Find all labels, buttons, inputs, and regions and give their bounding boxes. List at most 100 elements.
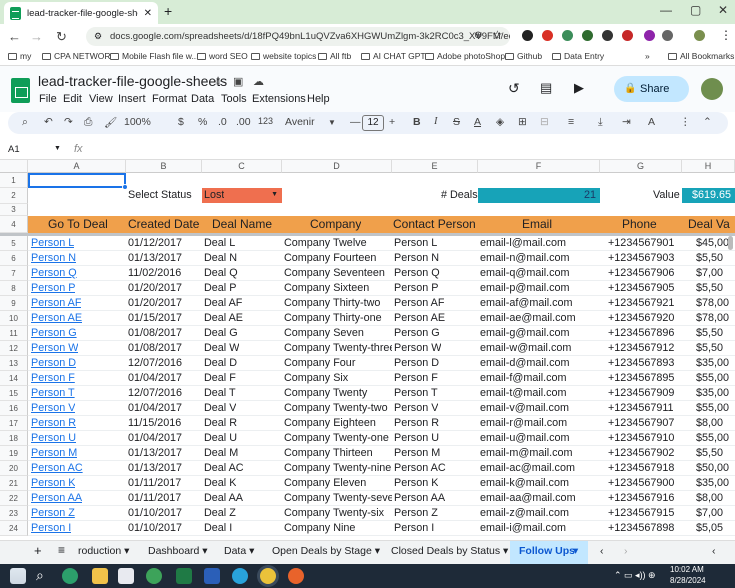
- font-select[interactable]: Avenir: [285, 116, 315, 128]
- go-to-deal-link[interactable]: Person I: [31, 522, 71, 534]
- comments-icon[interactable]: ▤: [540, 80, 552, 96]
- cloud-status-icon[interactable]: ☁: [253, 75, 264, 88]
- extension-icon[interactable]: [562, 30, 573, 41]
- reload-icon[interactable]: ↻: [56, 29, 67, 45]
- collapse-toolbar-icon[interactable]: ⌃: [703, 116, 712, 128]
- undo-icon[interactable]: ↶: [44, 116, 53, 128]
- zoom-icon[interactable]: ⊕: [474, 30, 482, 41]
- go-to-deal-link[interactable]: Person Q: [31, 267, 77, 279]
- strikethrough-button[interactable]: S: [453, 116, 460, 128]
- menu-help[interactable]: Help: [307, 93, 330, 105]
- go-to-deal-link[interactable]: Person Z: [31, 507, 75, 519]
- column-header-e[interactable]: E: [392, 160, 478, 173]
- print-icon[interactable]: ⎙: [84, 116, 92, 129]
- spreadsheet-grid[interactable]: A B C D E F G H 1 2 3 4 Select Status Lo…: [0, 160, 735, 540]
- doc-title[interactable]: lead-tracker-file-google-sheets: [38, 73, 227, 89]
- row-header[interactable]: 10: [0, 311, 28, 326]
- minimize-icon[interactable]: —: [660, 3, 672, 17]
- extension-icon[interactable]: [602, 30, 613, 41]
- windows-start-icon[interactable]: [10, 568, 26, 584]
- move-folder-icon[interactable]: ▣: [233, 75, 243, 88]
- all-sheets-icon[interactable]: ≡: [58, 543, 65, 557]
- row-header[interactable]: 7: [0, 266, 28, 281]
- row-header[interactable]: 9: [0, 296, 28, 311]
- profile-avatar-icon[interactable]: [694, 30, 705, 41]
- row-header[interactable]: 3: [0, 204, 28, 216]
- italic-button[interactable]: I: [434, 116, 438, 127]
- text-rotation-icon[interactable]: A: [648, 116, 655, 128]
- go-to-deal-link[interactable]: Person AC: [31, 462, 83, 474]
- scroll-tabs-left-icon[interactable]: ‹: [600, 545, 604, 557]
- menu-data[interactable]: Data: [191, 93, 214, 105]
- status-dropdown[interactable]: Lost ▼: [202, 188, 282, 203]
- menu-insert[interactable]: Insert: [118, 93, 146, 105]
- sheet-tab-follow-ups[interactable]: Follow Ups ▾: [510, 541, 588, 565]
- forward-icon[interactable]: →: [30, 29, 43, 44]
- go-to-deal-link[interactable]: Person N: [31, 252, 76, 264]
- star-icon[interactable]: ☆: [213, 75, 223, 88]
- firefox-icon[interactable]: [288, 568, 304, 584]
- go-to-deal-link[interactable]: Person U: [31, 432, 76, 444]
- font-size-input[interactable]: 12: [362, 115, 384, 131]
- row-header[interactable]: 17: [0, 416, 28, 431]
- system-tray-icons[interactable]: ⌃ ▭ ◂)) ⊕: [614, 570, 656, 581]
- row-header[interactable]: 1: [0, 173, 28, 188]
- go-to-deal-link[interactable]: Person AA: [31, 492, 82, 504]
- row-header[interactable]: 15: [0, 386, 28, 401]
- extension-icon[interactable]: [582, 30, 593, 41]
- extension-icon[interactable]: [622, 30, 633, 41]
- decrease-decimal-button[interactable]: .0: [218, 116, 227, 128]
- site-info-icon[interactable]: ⚙: [94, 31, 102, 42]
- increase-font-size-button[interactable]: +: [389, 116, 395, 128]
- menu-format[interactable]: Format: [152, 93, 187, 105]
- sheet-tab-dashboard[interactable]: Dashboard ▾: [148, 545, 208, 557]
- clock-time[interactable]: 10:02 AM: [670, 565, 704, 574]
- row-header[interactable]: 5: [0, 236, 28, 251]
- add-sheet-icon[interactable]: +: [34, 543, 42, 558]
- menu-tools[interactable]: Tools: [221, 93, 247, 105]
- history-icon[interactable]: ↺: [508, 80, 520, 97]
- maximize-icon[interactable]: ▢: [690, 3, 701, 17]
- word-icon[interactable]: [204, 568, 220, 584]
- column-header-b[interactable]: B: [126, 160, 202, 173]
- redo-icon[interactable]: ↷: [64, 116, 73, 128]
- row-header[interactable]: 8: [0, 281, 28, 296]
- menu-edit[interactable]: Edit: [63, 93, 82, 105]
- vertical-align-icon[interactable]: ⤓: [598, 116, 603, 129]
- name-box-dropdown-icon[interactable]: ▼: [54, 145, 61, 152]
- close-window-icon[interactable]: ✕: [718, 3, 728, 17]
- percent-format-button[interactable]: %: [198, 116, 207, 128]
- go-to-deal-link[interactable]: Person P: [31, 282, 75, 294]
- go-to-deal-link[interactable]: Person M: [31, 447, 77, 459]
- sheet-tab-data[interactable]: Data ▾: [224, 545, 254, 557]
- column-header-d[interactable]: D: [282, 160, 392, 173]
- chrome-icon[interactable]: [260, 568, 276, 584]
- bookmark-item[interactable]: Data Entry: [552, 51, 604, 61]
- new-tab-icon[interactable]: +: [164, 3, 172, 19]
- avatar[interactable]: [701, 78, 723, 100]
- bookmark-item[interactable]: Github: [505, 51, 542, 61]
- edge-icon[interactable]: [62, 568, 78, 584]
- browser-menu-icon[interactable]: ⋮: [720, 28, 732, 42]
- text-wrap-icon[interactable]: ⇥: [622, 116, 631, 128]
- bookmark-item[interactable]: CPA NETWOR: [42, 51, 111, 61]
- telegram-icon[interactable]: [232, 568, 248, 584]
- text-color-button[interactable]: A: [474, 116, 481, 128]
- row-header[interactable]: 23: [0, 506, 28, 521]
- bold-button[interactable]: B: [413, 116, 421, 128]
- more-options-icon[interactable]: ⋮: [680, 116, 691, 128]
- borders-icon[interactable]: ⊞: [518, 116, 527, 128]
- row-header[interactable]: 21: [0, 476, 28, 491]
- select-all-corner[interactable]: [0, 160, 28, 173]
- bookmark-item[interactable]: AI CHAT GPT: [361, 51, 426, 61]
- row-header[interactable]: 6: [0, 251, 28, 266]
- bookmark-item[interactable]: All ftb: [318, 51, 351, 61]
- share-button[interactable]: 🔒 Share: [614, 76, 689, 102]
- row-header[interactable]: 19: [0, 446, 28, 461]
- bookmark-item[interactable]: my: [8, 51, 31, 61]
- bookmark-item[interactable]: website topics: [251, 51, 316, 61]
- fill-color-icon[interactable]: ◈: [496, 116, 504, 128]
- row-header[interactable]: 24: [0, 521, 28, 536]
- column-header-f[interactable]: F: [478, 160, 600, 173]
- column-header-g[interactable]: G: [600, 160, 682, 173]
